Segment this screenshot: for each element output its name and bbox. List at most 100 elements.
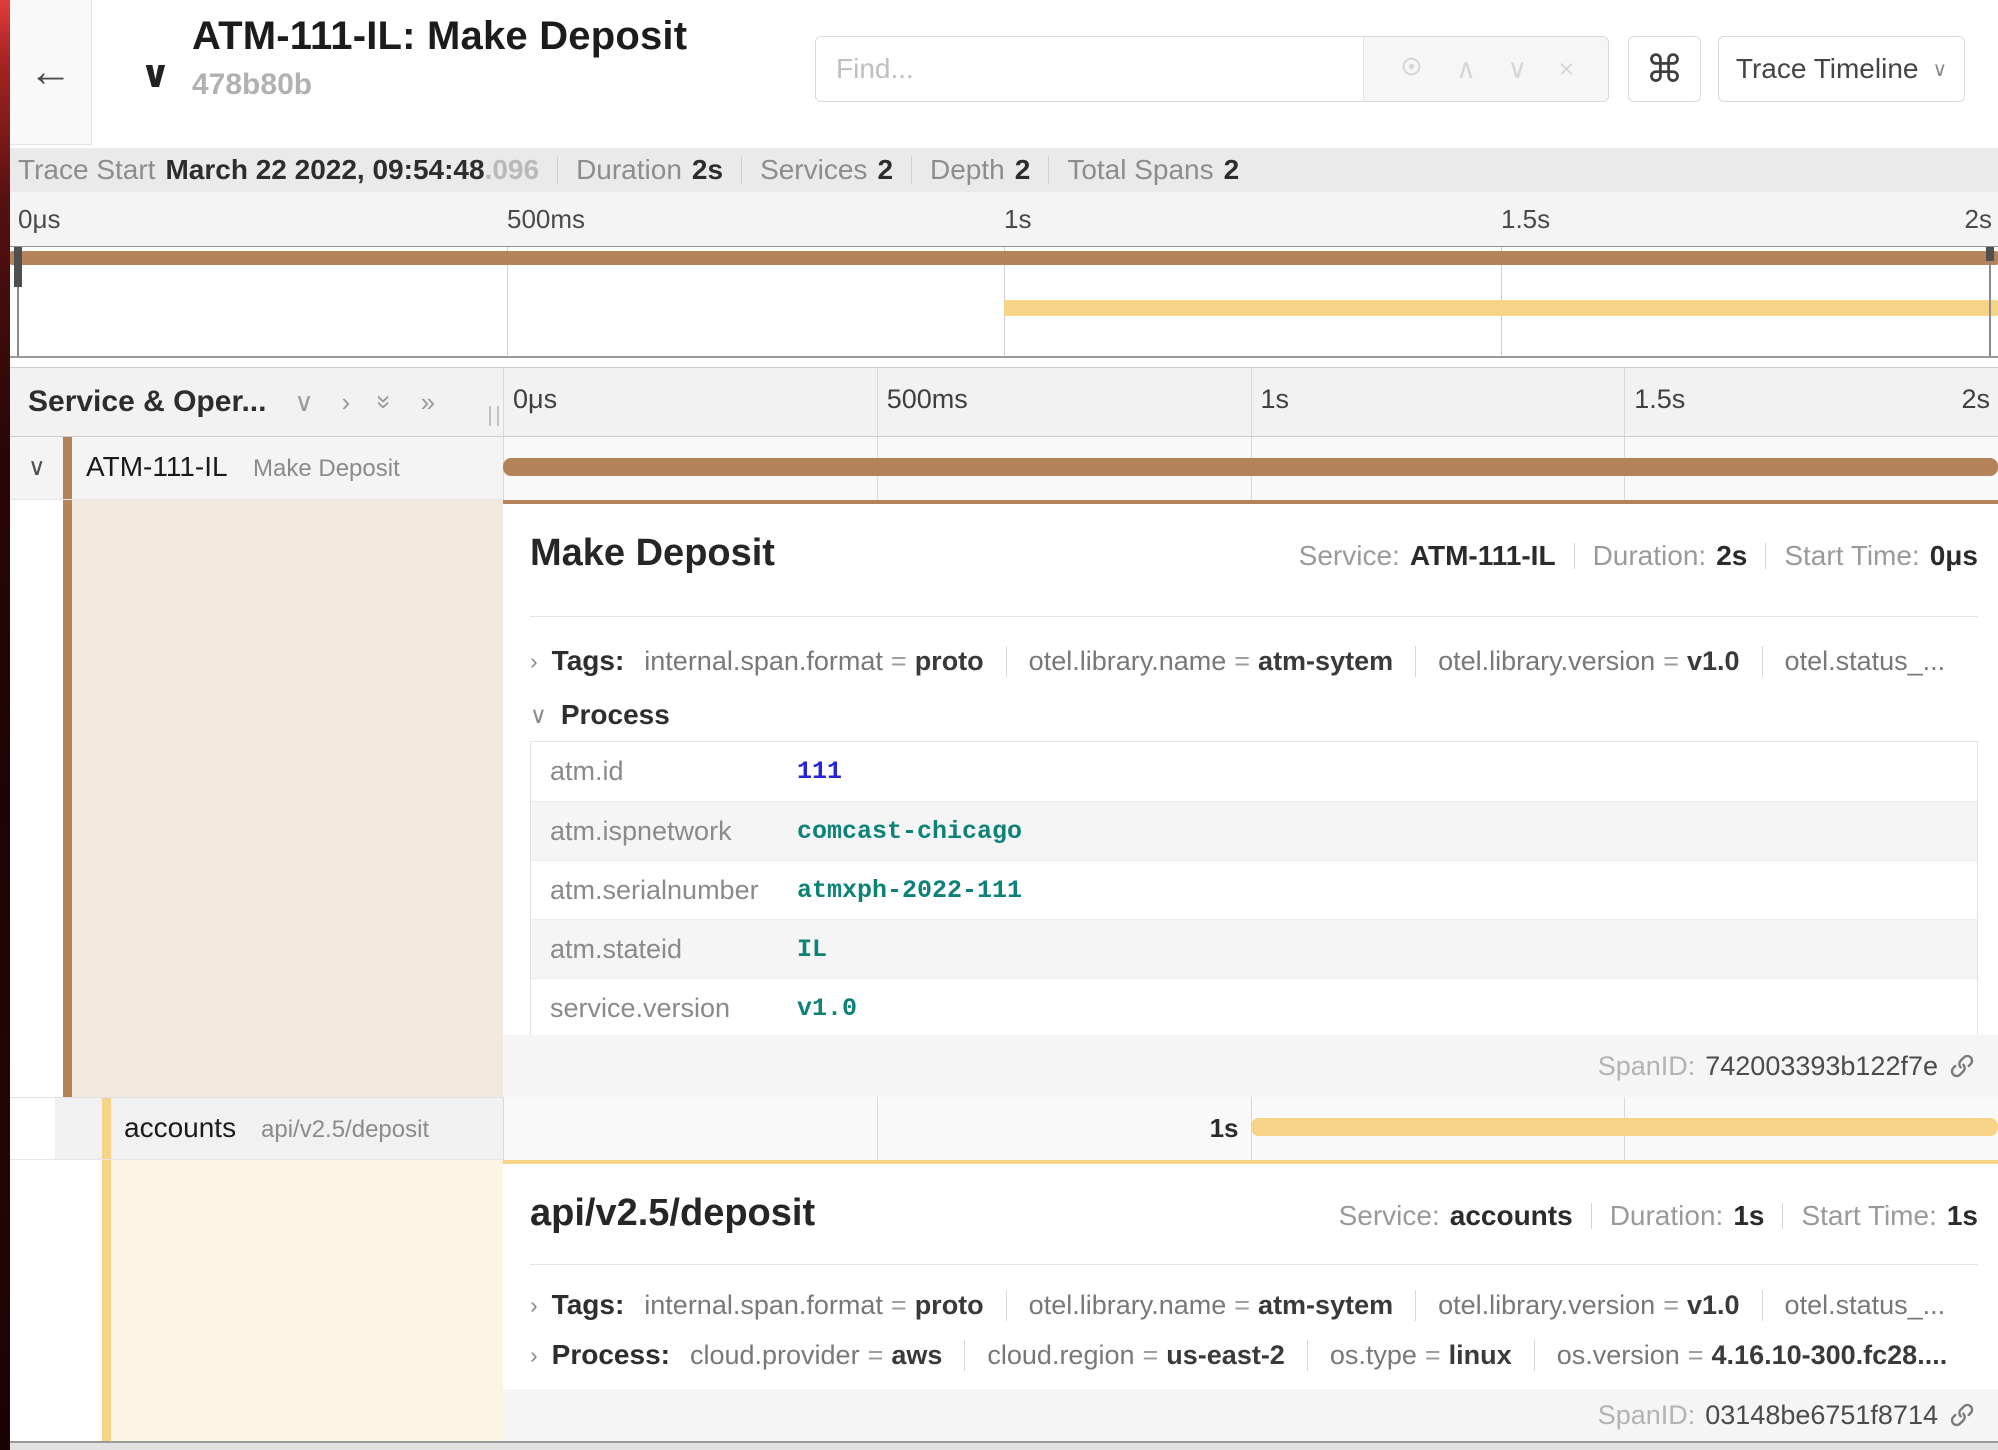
span-row-atm-label-cell[interactable]: ∨ ATM-111-IL Make Deposit xyxy=(10,437,503,500)
chevron-right-icon[interactable]: › xyxy=(530,648,538,675)
minimap-right-bound xyxy=(1989,247,1991,356)
service-name: ATM-111-IL xyxy=(86,451,228,483)
link-icon[interactable] xyxy=(1948,1052,1976,1080)
process-value: IL xyxy=(797,935,827,964)
depth-value: 2 xyxy=(1015,154,1031,186)
table-row: atm.id 111 xyxy=(531,742,1977,801)
span-title: api/v2.5/deposit xyxy=(530,1192,815,1235)
column-resize-handle[interactable] xyxy=(489,406,499,426)
span-bar-accounts[interactable] xyxy=(1251,1118,1998,1136)
trace-start-label: Trace Start xyxy=(18,154,155,186)
double-chevron-down-icon[interactable]: » xyxy=(372,395,398,409)
start-time-value: 1s xyxy=(1947,1200,1978,1232)
trace-minimap[interactable] xyxy=(10,246,1998,358)
timeline-axis: 0μs 500ms 1s 1.5s 2s xyxy=(503,368,1998,436)
locate-match-icon[interactable] xyxy=(1398,53,1425,85)
detail-panel: Make Deposit Service: ATM-111-IL Duratio… xyxy=(503,500,1998,1097)
span-row-accounts[interactable]: accounts api/v2.5/deposit 1s xyxy=(10,1097,1998,1160)
tags-row[interactable]: › Tags: internal.span.format = proto ote… xyxy=(530,638,1978,684)
span-duration-label: 1s xyxy=(1210,1113,1239,1144)
tag: otel.library.version = v1.0 xyxy=(1415,646,1739,677)
collapse-span-icon[interactable]: ∨ xyxy=(28,453,46,482)
trace-id: 478b80b xyxy=(192,68,312,102)
service-value: ATM-111-IL xyxy=(1410,540,1556,572)
tag-value: linux xyxy=(1449,1340,1512,1371)
link-icon[interactable] xyxy=(1948,1401,1976,1429)
tag-truncated: otel.status_... xyxy=(1762,646,1946,677)
service-operation-column-header: Service & Oper... ∨ › » » xyxy=(10,368,503,436)
operation-name: Make Deposit xyxy=(253,455,400,483)
collapse-all-icon[interactable]: ∨ xyxy=(294,389,313,415)
minimap-left-scrubber[interactable] xyxy=(14,247,22,287)
chevron-down-icon[interactable]: ∨ xyxy=(530,702,547,729)
process-key: atm.ispnetwork xyxy=(531,816,797,847)
equals-sign: = xyxy=(1688,1340,1704,1371)
chevron-right-icon[interactable]: › xyxy=(530,1342,538,1369)
tag: otel.library.name = atm-sytem xyxy=(1006,1290,1393,1321)
table-row: service.version v1.0 xyxy=(531,978,1977,1037)
window-edge xyxy=(0,0,10,1450)
trace-collapse-icon[interactable]: ∨ xyxy=(140,52,171,97)
span-bar-atm[interactable] xyxy=(503,458,1998,476)
trace-start-ms: .096 xyxy=(485,154,540,186)
view-selector-dropdown[interactable]: Trace Timeline ∨ xyxy=(1718,36,1965,102)
service-label: Service: xyxy=(1339,1200,1440,1232)
start-time-label: Start Time: xyxy=(1784,540,1919,572)
divider xyxy=(911,156,912,184)
axis-tick: 0μs xyxy=(513,384,557,415)
span-id-footer: SpanID: 742003393b122f7e xyxy=(503,1035,1998,1097)
tag-key: cloud.region xyxy=(987,1340,1134,1371)
header: ← ∨ ATM-111-IL: Make Deposit 478b80b ∧ ∨… xyxy=(10,0,1998,148)
service-color-swatch xyxy=(102,1098,111,1159)
process-toggle-row[interactable]: ∨ Process xyxy=(530,692,1978,738)
services-label: Services xyxy=(760,154,867,186)
column-title: Service & Oper... xyxy=(28,385,266,419)
indent-cell xyxy=(10,1098,55,1159)
minimap-right-scrubber[interactable] xyxy=(1986,247,1994,261)
equals-sign: = xyxy=(868,1340,884,1371)
clear-find-icon[interactable]: × xyxy=(1559,56,1575,83)
chevron-right-icon[interactable]: › xyxy=(530,1292,538,1319)
tag-value: v1.0 xyxy=(1687,1290,1740,1321)
service-color-swatch xyxy=(63,437,72,499)
find-input[interactable] xyxy=(816,37,1363,101)
tag-key: otel.library.name xyxy=(1029,1290,1227,1321)
tag-value: proto xyxy=(915,646,984,677)
tags-row[interactable]: › Tags: internal.span.format = proto ote… xyxy=(530,1282,1978,1328)
axis-tick: 1s xyxy=(1261,384,1290,415)
detail-left-column xyxy=(10,500,503,1097)
keyboard-shortcuts-button[interactable]: ⌘ xyxy=(1628,36,1701,102)
span-row-accounts-label-cell[interactable]: accounts api/v2.5/deposit xyxy=(10,1097,503,1160)
tag-key: os.type xyxy=(1330,1340,1417,1371)
detail-header: Make Deposit Service: ATM-111-IL Duratio… xyxy=(530,532,1978,575)
span-id-footer: SpanID: 03148be6751f8714 xyxy=(503,1389,1998,1441)
process-value: 111 xyxy=(797,757,842,786)
double-chevron-right-icon[interactable]: » xyxy=(421,389,435,415)
tag-key: internal.span.format xyxy=(644,1290,883,1321)
span-title: Make Deposit xyxy=(530,532,775,575)
duration-value: 1s xyxy=(1733,1200,1764,1232)
expand-one-icon[interactable]: › xyxy=(342,389,351,415)
tag: cloud.provider = aws xyxy=(690,1340,942,1371)
equals-sign: = xyxy=(1143,1340,1159,1371)
next-match-icon[interactable]: ∨ xyxy=(1507,56,1527,83)
divider xyxy=(1048,156,1049,184)
tag-key: cloud.provider xyxy=(690,1340,860,1371)
bottom-edge xyxy=(10,1441,1998,1450)
prev-match-icon[interactable]: ∧ xyxy=(1456,56,1476,83)
span-row-atm[interactable]: ∨ ATM-111-IL Make Deposit xyxy=(10,437,1998,500)
process-key: atm.stateid xyxy=(531,934,797,965)
back-button[interactable]: ← xyxy=(10,0,92,145)
tag: internal.span.format = proto xyxy=(644,646,983,677)
process-row[interactable]: › Process: cloud.provider = aws cloud.re… xyxy=(530,1332,1978,1378)
detail-left-column xyxy=(10,1160,503,1441)
table-row: atm.serialnumber atmxph-2022-111 xyxy=(531,860,1977,919)
process-label: Process: xyxy=(552,1339,670,1371)
table-row: atm.ispnetwork comcast-chicago xyxy=(531,801,1977,860)
divider xyxy=(1765,543,1766,569)
axis-tick: 1.5s xyxy=(1634,384,1685,415)
span-guideline xyxy=(102,1160,111,1441)
trace-summary-bar: Trace Start March 22 2022, 09:54:48 .096… xyxy=(10,148,1998,192)
detail-tint xyxy=(111,1160,503,1441)
depth-label: Depth xyxy=(930,154,1005,186)
